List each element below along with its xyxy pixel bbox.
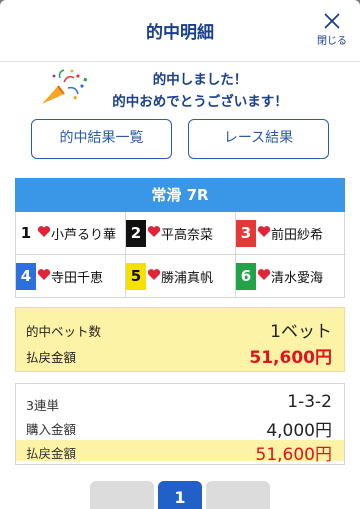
hit-bets-label: 的中ベット数 xyxy=(26,324,102,339)
results-list-button[interactable]: 的中結果一覧 xyxy=(31,119,172,159)
detail-payout-value: 51,600円 xyxy=(255,445,332,465)
purchase-row: 購入金額 4,000円 xyxy=(16,416,344,441)
race-results-button[interactable]: レース結果 xyxy=(188,119,329,159)
hit-details-modal: 的中明細 閉じる 的中しました！ 的中おめでとうございます！ 的中結果一覧 レー… xyxy=(0,0,360,509)
payout-value: 51,600円 xyxy=(249,348,332,368)
entry-item: 4 寺田千恵 xyxy=(16,255,126,298)
entry-grid: 1 小芦るり華 2 平高奈菜 3 前田紗希 4 寺田千恵 5 勝浦真帆 6 清水… xyxy=(15,212,346,298)
bet-type-row: 3連単 1-3-2 xyxy=(16,392,344,413)
payout-label: 払戻金額 xyxy=(26,350,77,365)
purchase-label: 購入金額 xyxy=(26,422,77,437)
racer-name: 平高奈菜 xyxy=(161,228,214,243)
entry-item: 3 前田紗希 xyxy=(236,212,346,255)
heart-icon xyxy=(257,269,271,280)
modal-header: 的中明細 閉じる xyxy=(0,0,360,62)
next-page-button[interactable] xyxy=(206,481,270,509)
bet-detail: 3連単 1-3-2 購入金額 4,000円 払戻金額 51,600円 xyxy=(15,383,345,465)
hit-message-line1: 的中しました！ xyxy=(152,72,248,88)
entry-item: 5 勝浦真帆 xyxy=(126,255,236,298)
heart-icon xyxy=(147,226,161,237)
purchase-value: 4,000円 xyxy=(266,421,332,441)
heart-icon xyxy=(257,226,271,237)
racer-name: 清水愛海 xyxy=(271,271,324,286)
heart-icon xyxy=(37,269,51,280)
hit-message: 的中しました！ 的中おめでとうございます！ xyxy=(30,64,330,110)
previous-page-button[interactable] xyxy=(90,481,154,509)
entry-number-badge: 6 xyxy=(236,263,256,290)
bet-combination: 1-3-2 xyxy=(287,392,332,412)
close-label: 閉じる xyxy=(317,36,347,47)
entry-number-badge: 5 xyxy=(126,263,146,290)
racer-name: 前田紗希 xyxy=(271,228,324,243)
entry-item: 2 平高奈菜 xyxy=(126,212,236,255)
hit-summary: 的中ベット数 1ベット 払戻金額 51,600円 xyxy=(15,307,345,372)
heart-icon xyxy=(147,269,161,280)
hit-bets-value: 1ベット xyxy=(270,322,332,342)
entry-number-badge: 3 xyxy=(236,220,256,247)
close-icon xyxy=(324,13,340,29)
current-page-button[interactable]: 1 xyxy=(158,481,202,509)
close-button[interactable]: 閉じる xyxy=(314,12,350,52)
detail-payout-label: 払戻金額 xyxy=(26,446,77,461)
pagination: 1 xyxy=(0,481,360,509)
entry-item: 6 清水愛海 xyxy=(236,255,346,298)
entry-item: 1 小芦るり華 xyxy=(16,212,126,255)
modal-title: 的中明細 xyxy=(146,23,214,43)
race-name: 常滑 7R xyxy=(15,178,345,212)
entry-number-badge: 2 xyxy=(126,220,146,247)
entry-number-badge: 4 xyxy=(16,263,36,290)
hit-message-line2: 的中おめでとうございます！ xyxy=(112,94,288,110)
payout-row: 払戻金額 51,600円 xyxy=(16,440,344,465)
entry-number-badge: 1 xyxy=(16,220,36,247)
racer-name: 小芦るり華 xyxy=(51,228,117,243)
bet-type-label: 3連単 xyxy=(26,398,59,413)
heart-icon xyxy=(37,226,51,237)
racer-name: 勝浦真帆 xyxy=(161,271,214,286)
racer-name: 寺田千恵 xyxy=(51,271,104,286)
